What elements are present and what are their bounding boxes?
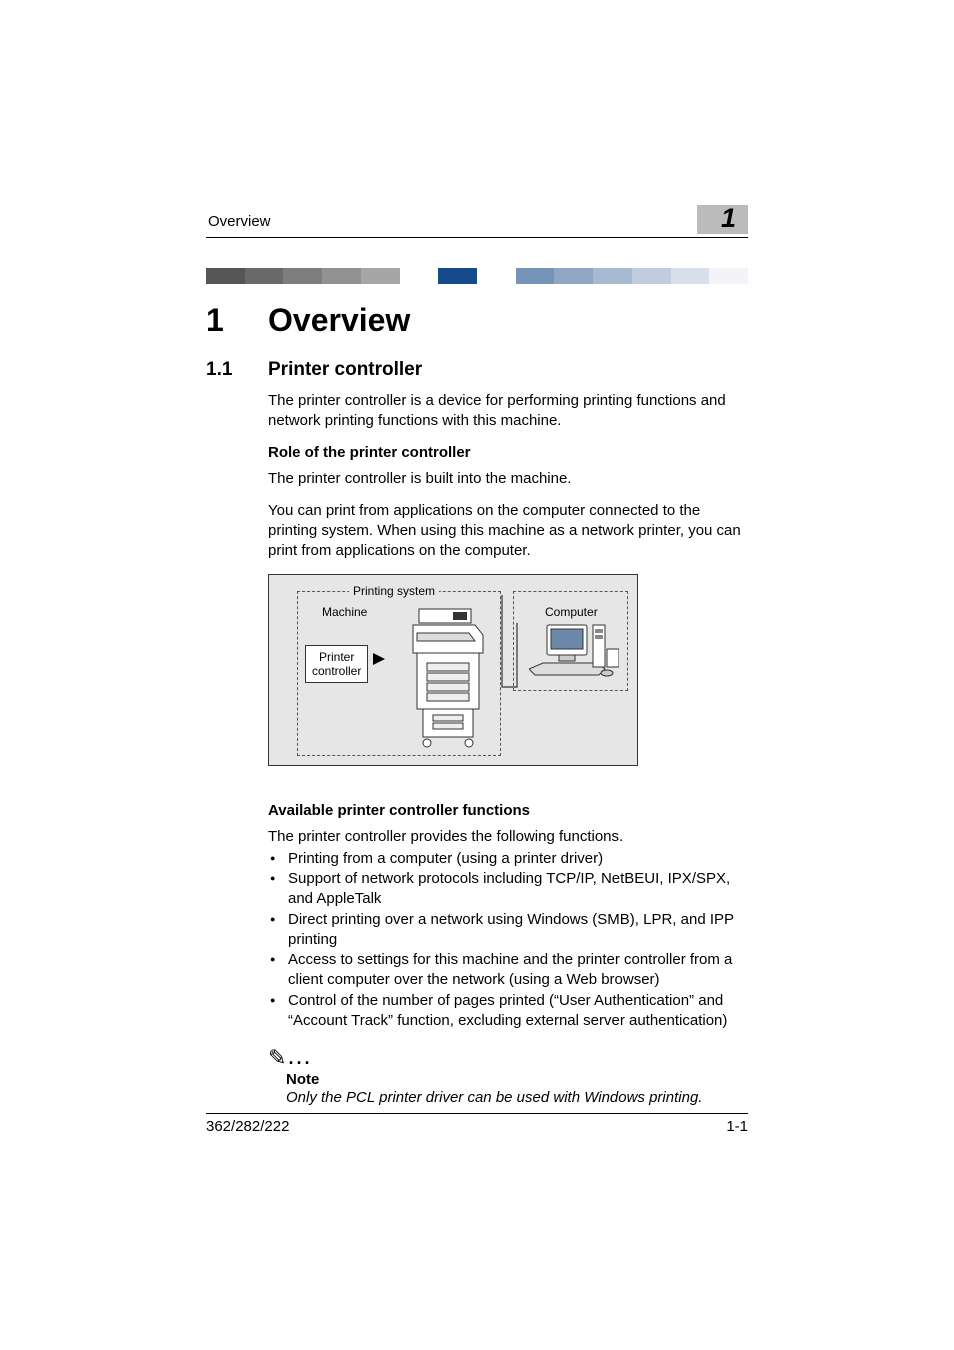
functions-heading: Available printer controller functions [268, 802, 748, 819]
section-heading: 1.1 Printer controller [206, 359, 748, 381]
list-item: Support of network protocols including T… [268, 869, 748, 910]
note-body: Only the PCL printer driver can be used … [286, 1088, 748, 1108]
chapter-number: 1 [206, 302, 268, 339]
running-head: Overview 1 [206, 205, 748, 238]
role-heading: Role of the printer controller [268, 444, 748, 461]
computer-icon [529, 623, 619, 685]
list-item: Direct printing over a network using Win… [268, 910, 748, 951]
section-title: Printer controller [268, 359, 422, 381]
intro-paragraph: The printer controller is a device for p… [268, 391, 748, 432]
label-printer-controller-line1: Printer [319, 650, 354, 664]
running-head-title: Overview [206, 213, 271, 234]
label-printer-controller: Printer controller [305, 645, 368, 684]
label-printing-system: Printing system [349, 584, 439, 598]
role-paragraph-2: You can print from applications on the c… [268, 501, 748, 562]
ellipsis-icon: ... [288, 1048, 312, 1068]
list-item: Control of the number of pages printed (… [268, 991, 748, 1032]
footer-model: 362/282/222 [206, 1118, 289, 1135]
chapter-title: Overview [268, 302, 410, 339]
pencil-icon: ✎ [268, 1045, 286, 1070]
decorative-wipe-bar [206, 268, 748, 284]
note-label: Note [286, 1071, 748, 1088]
footer-page-number: 1-1 [726, 1118, 748, 1135]
system-diagram: Printing system Machine Computer Printer… [268, 574, 638, 766]
label-printer-controller-line2: controller [312, 664, 361, 678]
functions-intro: The printer controller provides the foll… [268, 827, 748, 847]
chapter-heading: 1 Overview [206, 302, 748, 339]
list-item: Access to settings for this machine and … [268, 950, 748, 991]
label-computer: Computer [541, 605, 602, 619]
page-footer: 362/282/222 1-1 [206, 1113, 748, 1135]
mfp-machine-icon [409, 607, 487, 749]
label-machine: Machine [318, 605, 371, 619]
section-number: 1.1 [206, 359, 268, 381]
arrow-icon [373, 653, 385, 665]
functions-list: Printing from a computer (using a printe… [268, 849, 748, 1031]
role-paragraph-1: The printer controller is built into the… [268, 469, 748, 489]
note-block: ✎... Note Only the PCL printer driver ca… [268, 1045, 748, 1108]
chapter-tab: 1 [697, 205, 748, 234]
connection-line-icon [499, 595, 519, 695]
list-item: Printing from a computer (using a printe… [268, 849, 748, 869]
